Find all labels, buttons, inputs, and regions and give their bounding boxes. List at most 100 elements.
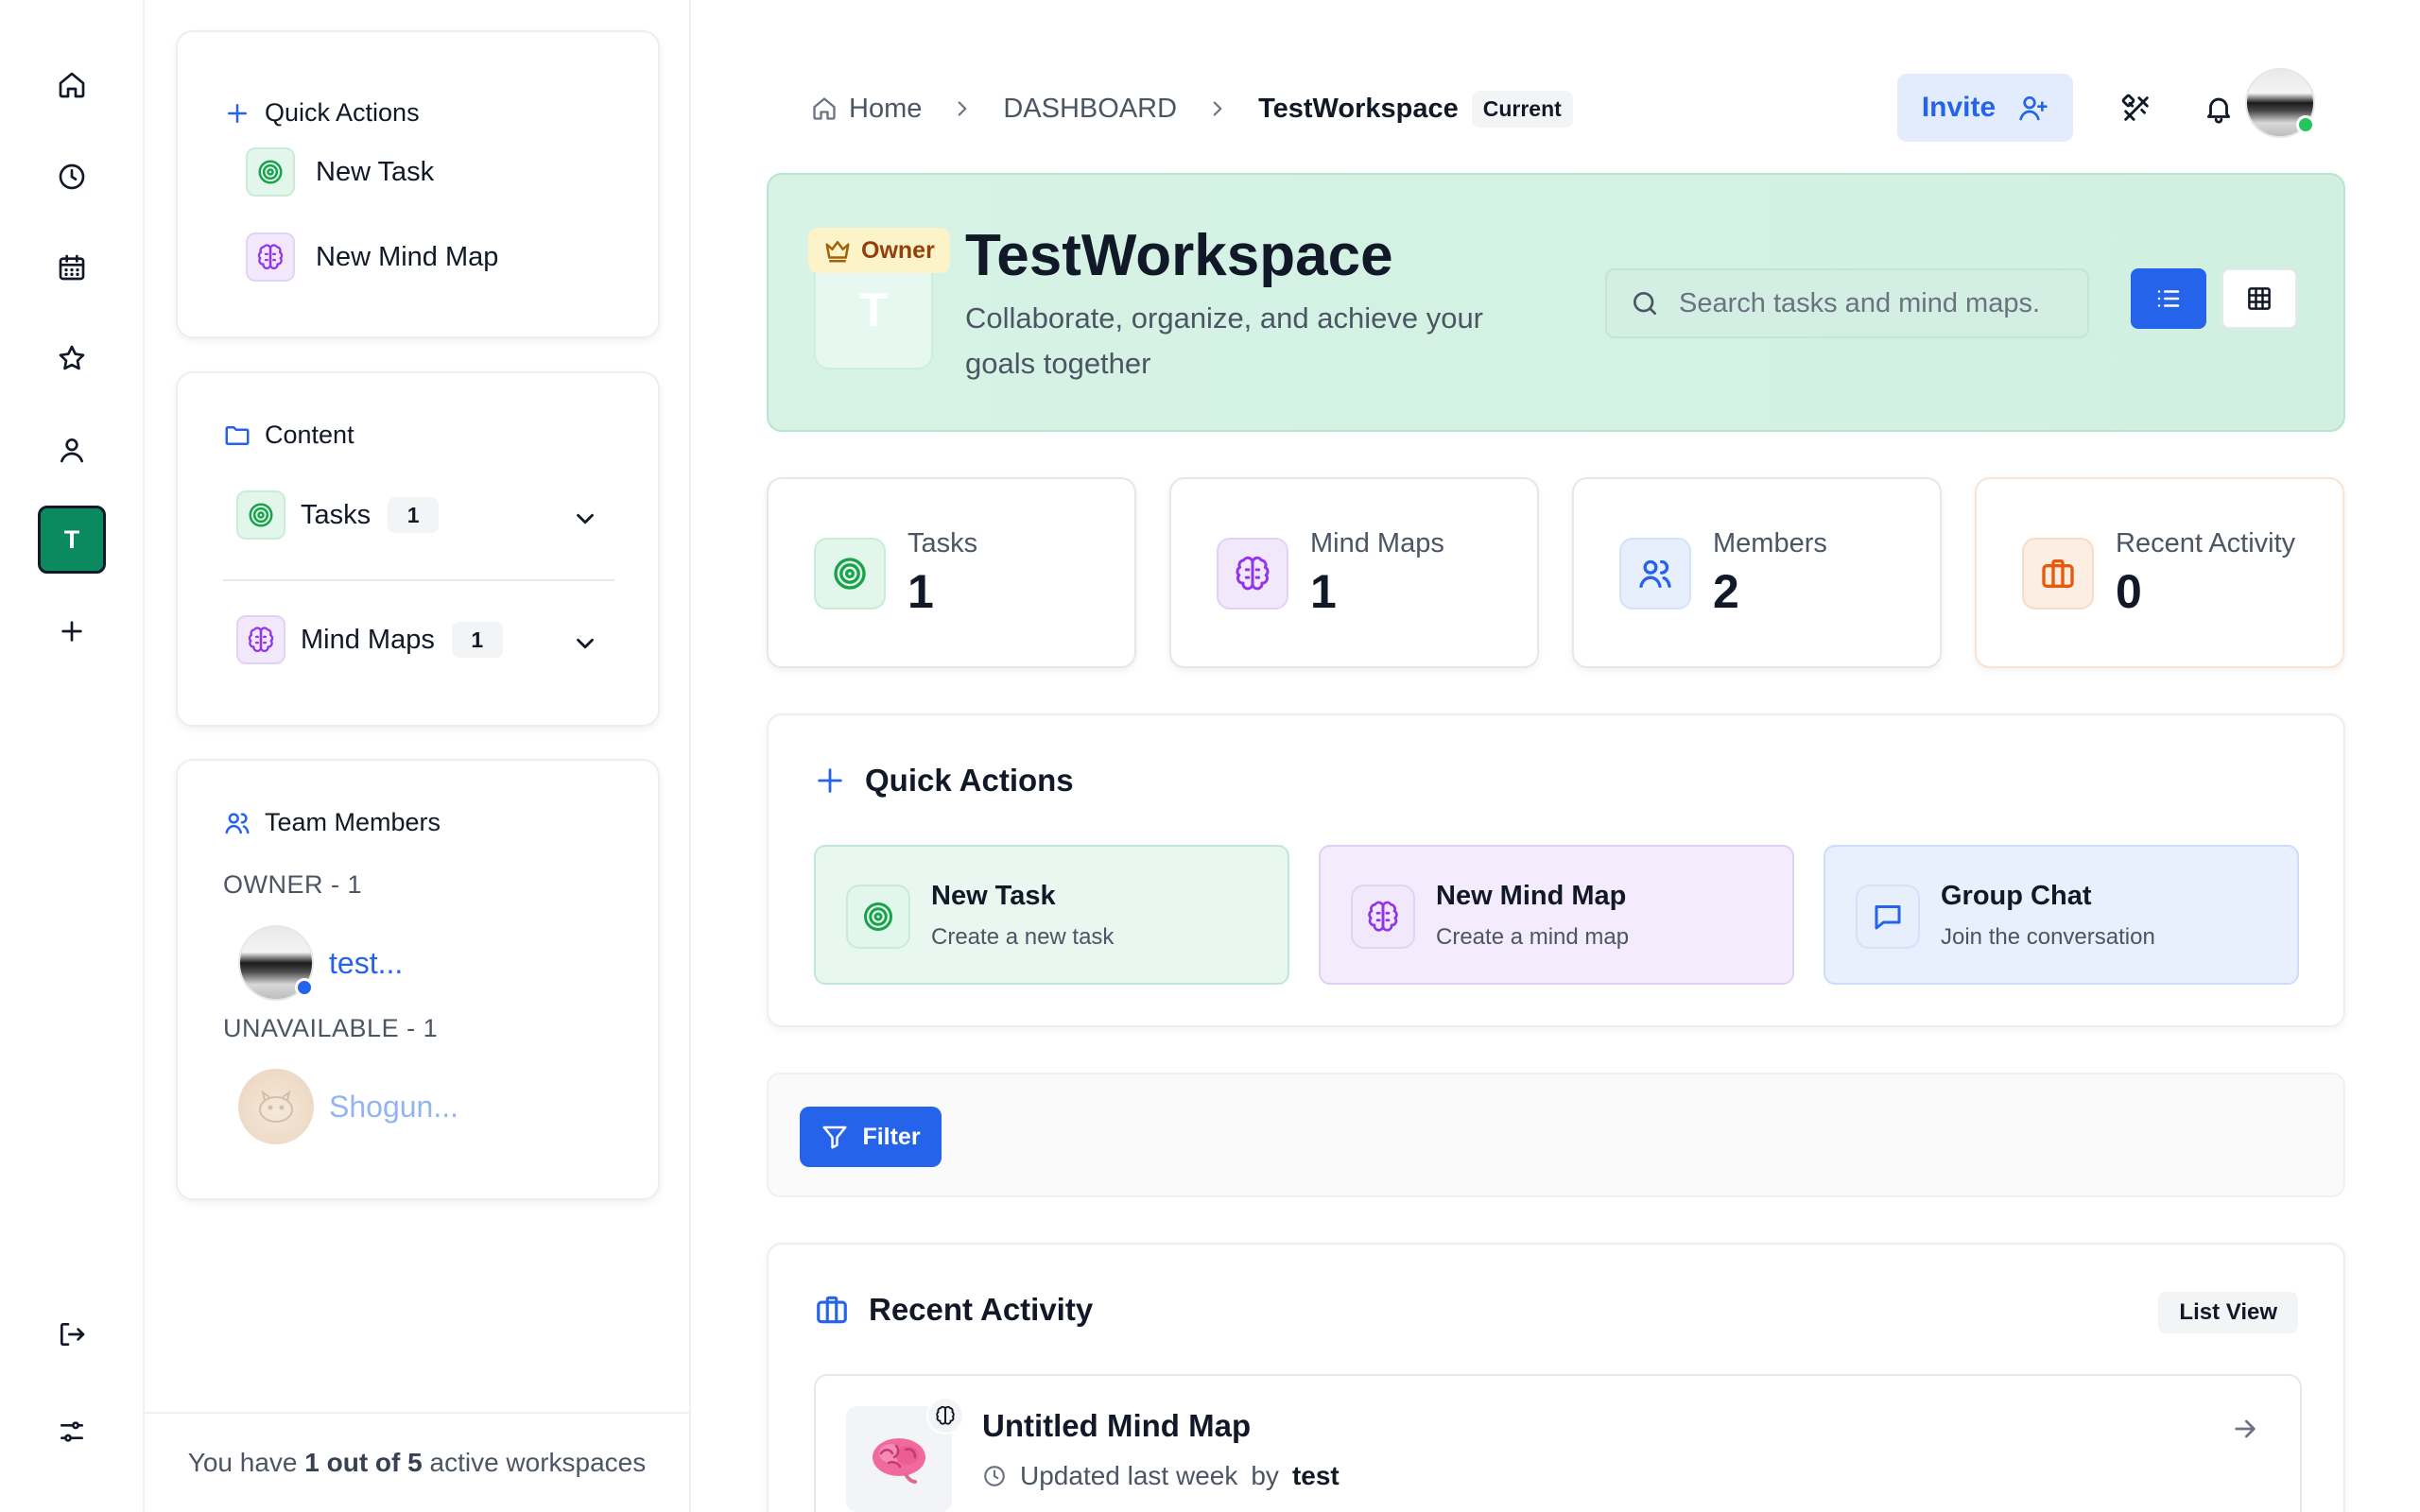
stat-label: Recent Activity [2116, 528, 2296, 558]
sidebar-item-mind-maps-label: Mind Maps [301, 624, 435, 655]
card-subtitle: Create a new task [931, 924, 1115, 950]
recent-activity-title: Recent Activity [869, 1292, 1094, 1327]
target-icon [246, 147, 295, 197]
stat-value: 1 [1310, 565, 1337, 618]
workspace-switch-button[interactable]: T [38, 506, 106, 574]
target-icon [846, 885, 910, 949]
sidebar-content-title: Content [265, 421, 354, 449]
sidebar-item-tasks-label: Tasks [301, 499, 372, 530]
mind-maps-count-badge: 1 [451, 622, 503, 658]
target-icon [236, 490, 285, 540]
member-row[interactable]: test... [238, 925, 403, 1001]
group-chat-card[interactable]: Group Chat Join the conversation [1824, 845, 2299, 985]
settings-sliders-icon[interactable] [38, 1398, 106, 1466]
stat-card-tasks[interactable]: Tasks 1 [767, 477, 1136, 668]
sidebar-quick-actions-title: Quick Actions [265, 98, 420, 127]
tasks-count-badge: 1 [388, 497, 440, 533]
list-view-button[interactable]: List View [2158, 1292, 2298, 1333]
stat-value: 0 [2116, 565, 2142, 618]
member-row[interactable]: Shogun... [238, 1069, 458, 1144]
workspace-limit-count: 1 out of 5 [304, 1448, 423, 1477]
avatar [238, 1069, 314, 1144]
brain-illustration-icon [873, 1438, 925, 1484]
tools-icon[interactable] [2113, 85, 2160, 132]
stat-value: 1 [908, 565, 934, 618]
activity-item-title: Untitled Mind Map [982, 1408, 1252, 1443]
filter-icon [822, 1125, 847, 1149]
status-dot [295, 978, 314, 997]
breadcrumb-home[interactable]: Home [849, 94, 922, 125]
card-subtitle: Join the conversation [1941, 924, 2155, 950]
invite-button[interactable]: Invite [1897, 74, 2073, 142]
card-title: New Task [931, 881, 1056, 911]
stat-value: 2 [1713, 565, 1739, 618]
chevron-down-icon[interactable] [571, 505, 599, 533]
stat-card-mind-maps[interactable]: Mind Maps 1 [1169, 477, 1539, 668]
bell-icon[interactable] [2195, 85, 2242, 132]
quick-actions-title: Quick Actions [865, 763, 1074, 798]
quick-actions-header: Quick Actions [814, 763, 1074, 799]
briefcase-icon [2022, 538, 2094, 610]
filter-label: Filter [862, 1123, 921, 1150]
user-avatar-menu[interactable] [2245, 68, 2315, 138]
online-status-dot [2296, 115, 2315, 134]
new-task-card[interactable]: New Task Create a new task [814, 845, 1289, 985]
search-box [1605, 268, 2089, 338]
logout-icon[interactable] [38, 1300, 106, 1368]
member-group-owner-label: OWNER - 1 [223, 870, 363, 899]
user-icon[interactable] [38, 416, 106, 484]
sidebar-new-task-button[interactable]: New Task [246, 147, 434, 197]
recent-activity-panel: Recent Activity List View Untitled Mind … [767, 1243, 2345, 1512]
star-icon[interactable] [38, 324, 106, 392]
folder-icon [223, 421, 251, 450]
workspace-limit-prefix: You have [187, 1448, 305, 1477]
users-icon [223, 809, 251, 837]
page-subtitle: Collaborate, organize, and achieve your … [965, 301, 1484, 380]
workspace-hero: T Owner TestWorkspace Collaborate, organ… [767, 173, 2345, 432]
sidebar-content-card: Content Tasks 1 Mind Maps 1 [176, 371, 660, 727]
current-badge: Current [1471, 90, 1573, 128]
quick-actions-panel: Quick Actions New Task Create a new task… [767, 713, 2345, 1027]
stat-card-recent-activity[interactable]: Recent Activity 0 [1975, 477, 2344, 668]
search-input[interactable] [1679, 287, 2038, 319]
activity-item[interactable]: Untitled Mind Map Updated last week by t… [814, 1374, 2302, 1512]
brain-icon [236, 615, 285, 664]
activity-updated: Updated last week [1020, 1461, 1238, 1490]
home-icon [813, 97, 836, 120]
brain-icon [1351, 885, 1415, 949]
card-title: Group Chat [1941, 881, 2092, 911]
sidebar-new-mind-map-button[interactable]: New Mind Map [246, 232, 498, 282]
workspace-limit-note: You have 1 out of 5 active workspaces [145, 1412, 689, 1512]
recent-activity-header: Recent Activity [814, 1292, 1093, 1328]
grid-view-toggle[interactable] [2221, 268, 2297, 329]
add-workspace-icon[interactable] [38, 597, 106, 665]
sidebar-team-header: Team Members [223, 808, 441, 837]
home-icon[interactable] [38, 51, 106, 119]
filter-button[interactable]: Filter [800, 1107, 942, 1167]
calendar-icon[interactable] [38, 233, 106, 301]
users-icon [1619, 538, 1691, 610]
icon-rail: T [0, 0, 145, 1512]
chat-icon [1856, 885, 1920, 949]
breadcrumb: Home DASHBOARD TestWorkspace Current [811, 88, 1573, 129]
briefcase-icon [817, 1296, 847, 1324]
sidebar-quick-actions-header: Quick Actions [223, 98, 420, 128]
card-subtitle: Create a mind map [1436, 924, 1630, 950]
stat-label: Members [1713, 528, 1827, 558]
chevron-down-icon[interactable] [571, 629, 599, 658]
sidebar-team-title: Team Members [265, 808, 441, 836]
clock-icon[interactable] [38, 143, 106, 211]
member-name: Shogun... [329, 1089, 458, 1124]
member-group-unavailable-label: UNAVAILABLE - 1 [223, 1014, 439, 1042]
brain-icon [926, 1397, 964, 1435]
arrow-right-icon[interactable] [2230, 1414, 2260, 1444]
stat-card-members[interactable]: Members 2 [1572, 477, 1942, 668]
breadcrumb-dashboard[interactable]: DASHBOARD [1003, 94, 1177, 125]
new-mind-map-card[interactable]: New Mind Map Create a mind map [1319, 845, 1794, 985]
brain-icon [246, 232, 295, 282]
avatar [238, 925, 314, 1001]
target-icon [814, 538, 886, 610]
crown-icon [825, 241, 850, 263]
list-view-toggle[interactable] [2131, 268, 2206, 329]
plus-icon [818, 768, 842, 793]
